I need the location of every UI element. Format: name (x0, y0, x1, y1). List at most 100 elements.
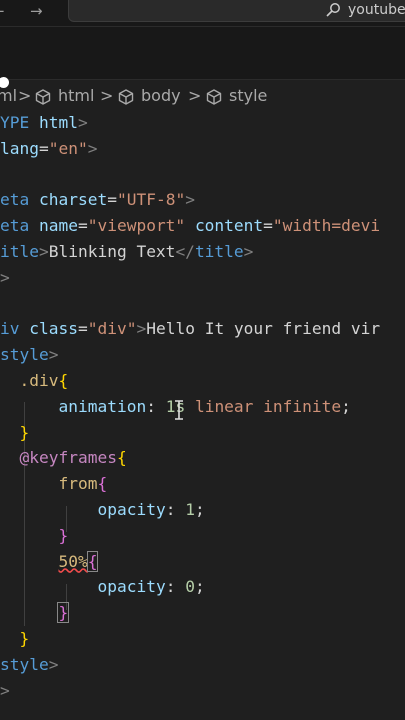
code-line[interactable]: 50%{ (0, 549, 99, 575)
breadcrumb-item-style[interactable]: style (229, 86, 267, 106)
code-token: 1 (185, 500, 195, 519)
text-cursor-icon (175, 400, 183, 420)
element-cube-icon (118, 89, 134, 105)
code-token: > (38, 242, 49, 261)
code-token: "UTF-8" (116, 190, 186, 210)
breadcrumb: ml > html > body > style (0, 84, 405, 108)
breadcrumb-separator: > (100, 86, 114, 105)
code-line[interactable]: } (0, 626, 30, 652)
search-text: youtube (348, 2, 405, 18)
code-line[interactable]: eta name="viewport" content="width=devi (0, 213, 380, 239)
breadcrumb-item-body[interactable]: body (141, 86, 181, 106)
code-token: { (116, 448, 127, 468)
code-line[interactable]: YPE html> (0, 110, 88, 136)
code-token: title (194, 242, 244, 261)
code-token: Blinking Text (48, 242, 176, 261)
code-token: > (48, 654, 59, 674)
command-center-search[interactable]: youtube (68, 0, 405, 22)
code-token: .div (0, 371, 59, 390)
forward-arrow-icon[interactable]: → (30, 1, 43, 21)
code-line[interactable]: opacity: 0; (0, 574, 205, 600)
code-line[interactable]: > (0, 678, 10, 704)
code-token: lang (0, 138, 39, 158)
code-line[interactable]: opacity: 1; (0, 497, 204, 523)
code-line[interactable]: iv class="div">Hello It your friend vir (0, 316, 380, 342)
code-line[interactable]: } (0, 600, 70, 626)
code-token: ; (194, 577, 205, 597)
code-token: @keyframes (19, 448, 117, 468)
code-token: iv (0, 319, 30, 339)
code-token: : (146, 396, 166, 416)
element-cube-icon (206, 89, 222, 105)
code-token: "viewport" (87, 216, 186, 236)
code-line[interactable]: lang="en"> (0, 136, 97, 162)
code-line[interactable]: @keyframes{ (0, 445, 127, 471)
code-token: ; (341, 396, 351, 416)
code-token: YPE (0, 113, 39, 132)
code-token: itle (0, 242, 39, 261)
code-line[interactable]: from{ (0, 471, 107, 497)
code-token: : (165, 500, 186, 519)
breadcrumb-separator: > (18, 86, 32, 105)
code-token: from (58, 474, 98, 494)
code-line[interactable]: } (0, 420, 30, 446)
code-token: 50% (58, 551, 88, 571)
code-token: { (86, 550, 99, 572)
code-token: "en" (48, 138, 88, 158)
code-token: = (38, 138, 49, 158)
code-token: { (97, 474, 108, 494)
back-arrow-icon[interactable]: ← (0, 1, 5, 21)
code-token: } (19, 422, 30, 442)
code-token: </ (175, 242, 195, 261)
code-token: > (185, 190, 195, 210)
code-token: 0 (185, 577, 195, 597)
title-bar: ← → youtube (0, 0, 405, 27)
code-token: style (0, 345, 49, 365)
code-token: html (38, 113, 78, 132)
code-token: charset (38, 190, 108, 210)
code-line[interactable]: style> (0, 652, 58, 678)
code-token: eta (0, 190, 39, 210)
code-token: content (194, 216, 264, 236)
code-token: = (107, 190, 117, 210)
code-line[interactable]: eta charset="UTF-8"> (0, 187, 195, 213)
breadcrumb-separator: > (188, 86, 202, 105)
code-line[interactable]: .div{ (0, 368, 68, 394)
code-token: > (0, 267, 10, 287)
code-line[interactable]: > (0, 265, 10, 291)
code-editor[interactable]: YPE html> lang="en"> eta charset="UTF-8"> e… (0, 108, 405, 720)
search-icon (326, 3, 340, 17)
code-token: : (165, 577, 186, 597)
code-token: > (48, 345, 59, 365)
code-line[interactable]: itle>Blinking Text</title> (0, 239, 253, 265)
code-token: > (87, 138, 98, 158)
breadcrumb-item-html[interactable]: html (58, 86, 94, 106)
code-token: name (38, 216, 78, 236)
code-token: "width=devi (272, 216, 381, 236)
code-line[interactable]: style> (0, 342, 58, 368)
code-token: = (263, 216, 273, 236)
code-token: } (58, 525, 69, 545)
code-line[interactable]: } (0, 523, 68, 549)
code-token: = (77, 319, 88, 339)
code-token: Hello It your friend vir (146, 319, 381, 339)
code-token: animation (58, 396, 147, 416)
code-token: class (29, 319, 78, 339)
code-token: > (243, 242, 254, 261)
code-token: opacity (97, 577, 166, 597)
code-token: "div" (87, 319, 137, 339)
code-token: linear infinite (185, 396, 342, 416)
code-token: > (77, 113, 88, 132)
editor-tab-bar (0, 27, 405, 88)
breadcrumb-item-file[interactable]: ml (0, 86, 17, 106)
